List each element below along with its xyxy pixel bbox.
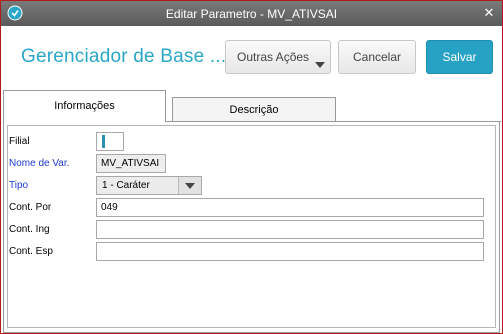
cont-ing-label: Cont. Ing [9,224,50,235]
nome-var-label: Nome de Var. [9,158,70,169]
cont-por-label: Cont. Por [9,202,52,213]
cont-ing-field[interactable] [96,220,484,239]
filial-field[interactable] [96,132,124,151]
tab-bar: Informações Descrição [1,89,502,123]
chevron-down-icon [315,62,325,68]
cont-por-field[interactable]: 049 [96,198,484,217]
cont-esp-label: Cont. Esp [9,246,53,257]
tipo-select[interactable]: 1 - Caráter [96,176,202,195]
page-title: Gerenciador de Base ... [21,46,227,67]
filial-label: Filial [9,136,30,147]
tab-descricao[interactable]: Descrição [172,97,336,122]
window-title: Editar Parametro - MV_ATIVSAI [165,7,338,21]
save-button[interactable]: Salvar [426,40,493,74]
close-icon[interactable]: ✕ [482,6,496,20]
title-bar[interactable]: Editar Parametro - MV_ATIVSAI ✕ [1,1,502,26]
tipo-selected-value: 1 - Caráter [102,180,150,191]
tipo-label: Tipo [9,180,29,191]
more-actions-button[interactable]: Outras Ações [225,40,331,74]
header-bar: Gerenciador de Base ... Outras Ações Can… [1,26,502,88]
tab-informacoes[interactable]: Informações [3,90,166,123]
cont-esp-field[interactable] [96,242,484,261]
text-cursor [102,135,105,148]
dialog-window: Editar Parametro - MV_ATIVSAI ✕ Gerencia… [0,0,503,334]
more-actions-label: Outras Ações [237,50,310,64]
dropdown-arrow-button[interactable] [178,177,201,194]
cancel-button[interactable]: Cancelar [338,40,416,74]
nome-var-field[interactable]: MV_ATIVSAI [96,154,166,173]
chevron-down-icon [185,183,195,189]
